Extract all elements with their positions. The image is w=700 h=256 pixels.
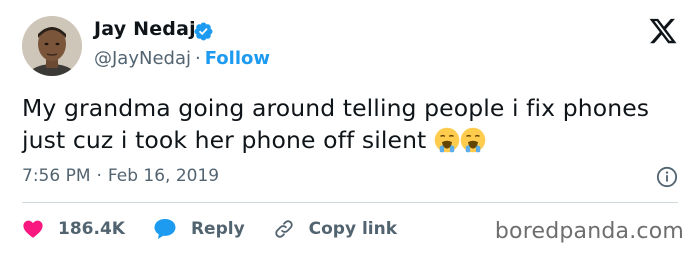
link-icon	[274, 220, 293, 238]
heart-icon	[23, 220, 43, 238]
avatar[interactable]	[22, 16, 82, 76]
author-handle-line: @JayNedaj · Follow	[94, 48, 270, 69]
tweet-time: 7:56 PM	[22, 166, 91, 186]
avatar-image	[22, 16, 82, 76]
divider	[22, 202, 678, 203]
action-bar: 186.4K Reply Copy link	[22, 214, 425, 244]
copy-link-button[interactable]: Copy link	[273, 218, 397, 240]
handle-separator: ·	[195, 48, 201, 69]
author-name[interactable]: Jay Nedaj	[94, 18, 196, 40]
loudly-crying-face-icon	[434, 127, 460, 153]
reply-bubble-icon	[154, 219, 176, 239]
reply-button[interactable]: Reply	[153, 218, 245, 240]
reply-label: Reply	[190, 219, 245, 239]
time-separator: ·	[96, 166, 102, 186]
loudly-crying-face-icon	[460, 127, 486, 153]
x-logo-icon[interactable]	[648, 16, 678, 46]
like-count: 186.4K	[58, 219, 125, 239]
verified-badge-icon	[194, 22, 213, 41]
boredpanda-watermark: boredpanda.com	[494, 219, 684, 244]
author-handle[interactable]: @JayNedaj	[94, 48, 191, 69]
tweet-text: My grandma going around telling people i…	[22, 92, 678, 156]
copy-link-label: Copy link	[308, 219, 398, 239]
tweet-body: My grandma going around telling people i…	[22, 94, 650, 154]
tweet-timestamp[interactable]: 7:56 PM · Feb 16, 2019	[22, 166, 219, 186]
tweet-date: Feb 16, 2019	[107, 166, 220, 186]
follow-button[interactable]: Follow	[205, 48, 270, 69]
like-button[interactable]: 186.4K	[22, 218, 125, 240]
info-icon[interactable]	[656, 166, 678, 188]
